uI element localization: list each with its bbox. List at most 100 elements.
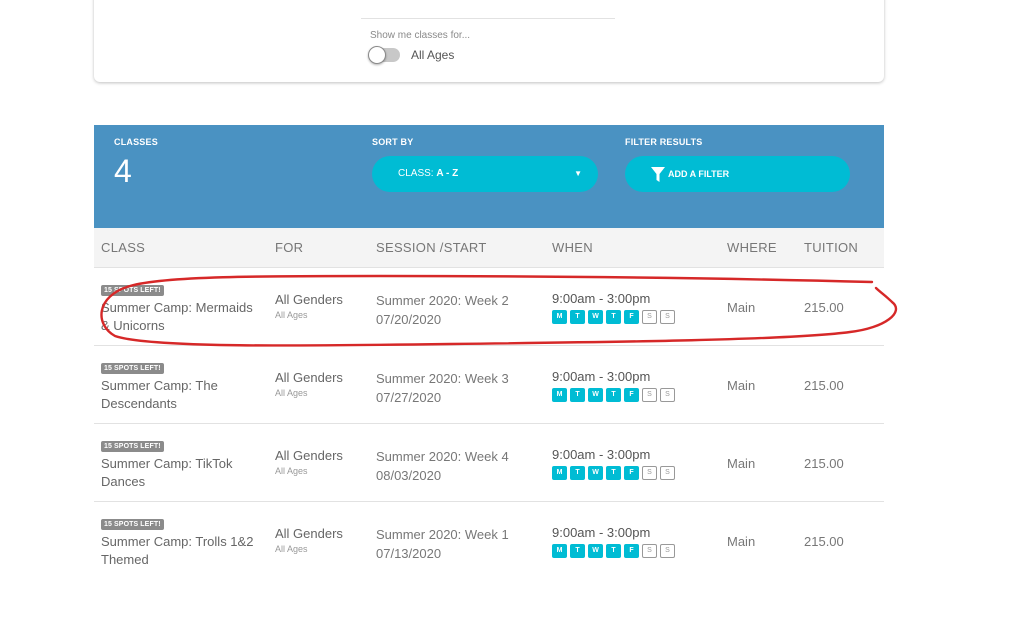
day-tue: T <box>570 310 585 324</box>
for-genders: All Genders <box>275 526 343 541</box>
class-tuition: 215.00 <box>804 300 844 315</box>
day-indicators: M T W T F S S <box>552 310 675 324</box>
day-thu: T <box>606 388 621 402</box>
day-fri: F <box>624 466 639 480</box>
day-thu: T <box>606 466 621 480</box>
session-start: 07/27/2020 <box>376 390 442 405</box>
table-row[interactable]: 15 SPOTS LEFT! Summer Camp: Mermaids & U… <box>94 268 884 346</box>
day-wed: W <box>588 310 603 324</box>
class-location: Main <box>727 534 756 549</box>
col-tuition: TUITION <box>804 240 859 255</box>
day-fri: F <box>624 388 639 402</box>
spots-left-badge: 15 SPOTS LEFT! <box>101 441 164 452</box>
sort-dropdown[interactable]: CLASS: A - Z ▼ <box>372 156 598 192</box>
class-tuition: 215.00 <box>804 378 844 393</box>
class-location: Main <box>727 300 756 315</box>
session-name: Summer 2020: Week 3 <box>376 371 509 386</box>
table-row[interactable]: 15 SPOTS LEFT! Summer Camp: The Descenda… <box>94 346 884 424</box>
for-ages: All Ages <box>275 466 308 476</box>
divider <box>361 18 615 19</box>
day-mon: M <box>552 310 567 324</box>
all-ages-label: All Ages <box>411 48 455 62</box>
day-indicators: M T W T F S S <box>552 388 675 402</box>
day-sat: S <box>642 388 657 402</box>
for-ages: All Ages <box>275 388 308 398</box>
day-sat: S <box>642 310 657 324</box>
for-ages: All Ages <box>275 310 308 320</box>
sort-prefix: CLASS: <box>398 168 437 179</box>
class-time: 9:00am - 3:00pm <box>552 369 651 384</box>
day-fri: F <box>624 544 639 558</box>
spots-left-badge: 15 SPOTS LEFT! <box>101 285 164 296</box>
for-genders: All Genders <box>275 292 343 307</box>
col-session: SESSION /START <box>376 240 487 255</box>
all-ages-toggle[interactable] <box>368 46 400 64</box>
filter-card: Show me classes for... All Ages <box>94 0 884 82</box>
session-name: Summer 2020: Week 2 <box>376 293 509 308</box>
day-sun: S <box>660 544 675 558</box>
day-thu: T <box>606 544 621 558</box>
class-location: Main <box>727 456 756 471</box>
session-info: Summer 2020: Week 3 07/27/2020 <box>376 369 509 407</box>
show-classes-label: Show me classes for... <box>370 30 471 41</box>
class-name[interactable]: Summer Camp: Trolls 1&2 Themed <box>101 533 261 569</box>
day-wed: W <box>588 388 603 402</box>
sort-dropdown-text: CLASS: A - Z <box>398 168 458 179</box>
day-mon: M <box>552 466 567 480</box>
results-header: CLASSES 4 SORT BY CLASS: A - Z ▼ FILTER … <box>94 125 884 228</box>
classes-label: CLASSES <box>114 137 158 147</box>
session-info: Summer 2020: Week 1 07/13/2020 <box>376 525 509 563</box>
day-sat: S <box>642 544 657 558</box>
class-time: 9:00am - 3:00pm <box>552 447 651 462</box>
day-tue: T <box>570 388 585 402</box>
day-thu: T <box>606 310 621 324</box>
day-wed: W <box>588 544 603 558</box>
day-wed: W <box>588 466 603 480</box>
day-mon: M <box>552 388 567 402</box>
sort-by-label: SORT BY <box>372 137 414 147</box>
day-indicators: M T W T F S S <box>552 544 675 558</box>
class-name[interactable]: Summer Camp: Mermaids & Unicorns <box>101 299 261 335</box>
day-sun: S <box>660 388 675 402</box>
col-class: CLASS <box>101 240 146 255</box>
day-fri: F <box>624 310 639 324</box>
class-time: 9:00am - 3:00pm <box>552 525 651 540</box>
add-filter-label: ADD A FILTER <box>668 169 730 179</box>
for-genders: All Genders <box>275 370 343 385</box>
class-tuition: 215.00 <box>804 534 844 549</box>
col-when: WHEN <box>552 240 593 255</box>
day-mon: M <box>552 544 567 558</box>
day-sun: S <box>660 466 675 480</box>
toggle-knob[interactable] <box>368 46 386 64</box>
day-sat: S <box>642 466 657 480</box>
caret-down-icon: ▼ <box>574 169 582 178</box>
spots-left-badge: 15 SPOTS LEFT! <box>101 519 164 530</box>
table-row[interactable]: 15 SPOTS LEFT! Summer Camp: Trolls 1&2 T… <box>94 502 884 580</box>
for-ages: All Ages <box>275 544 308 554</box>
for-genders: All Genders <box>275 448 343 463</box>
sort-value: A - Z <box>436 168 459 179</box>
class-name[interactable]: Summer Camp: The Descendants <box>101 377 261 413</box>
class-tuition: 215.00 <box>804 456 844 471</box>
session-name: Summer 2020: Week 4 <box>376 449 509 464</box>
funnel-icon <box>651 167 665 182</box>
session-start: 07/13/2020 <box>376 546 442 561</box>
class-time: 9:00am - 3:00pm <box>552 291 651 306</box>
add-filter-button[interactable]: ADD A FILTER <box>625 156 850 192</box>
table-header: CLASS FOR SESSION /START WHEN WHERE TUIT… <box>94 228 884 268</box>
classes-count: 4 <box>114 153 132 189</box>
session-start: 07/20/2020 <box>376 312 442 327</box>
class-location: Main <box>727 378 756 393</box>
session-info: Summer 2020: Week 2 07/20/2020 <box>376 291 509 329</box>
day-tue: T <box>570 544 585 558</box>
session-name: Summer 2020: Week 1 <box>376 527 509 542</box>
class-name[interactable]: Summer Camp: TikTok Dances <box>101 455 261 491</box>
day-sun: S <box>660 310 675 324</box>
col-where: WHERE <box>727 240 777 255</box>
table-row[interactable]: 15 SPOTS LEFT! Summer Camp: TikTok Dance… <box>94 424 884 502</box>
day-tue: T <box>570 466 585 480</box>
session-start: 08/03/2020 <box>376 468 442 483</box>
session-info: Summer 2020: Week 4 08/03/2020 <box>376 447 509 485</box>
day-indicators: M T W T F S S <box>552 466 675 480</box>
col-for: FOR <box>275 240 304 255</box>
